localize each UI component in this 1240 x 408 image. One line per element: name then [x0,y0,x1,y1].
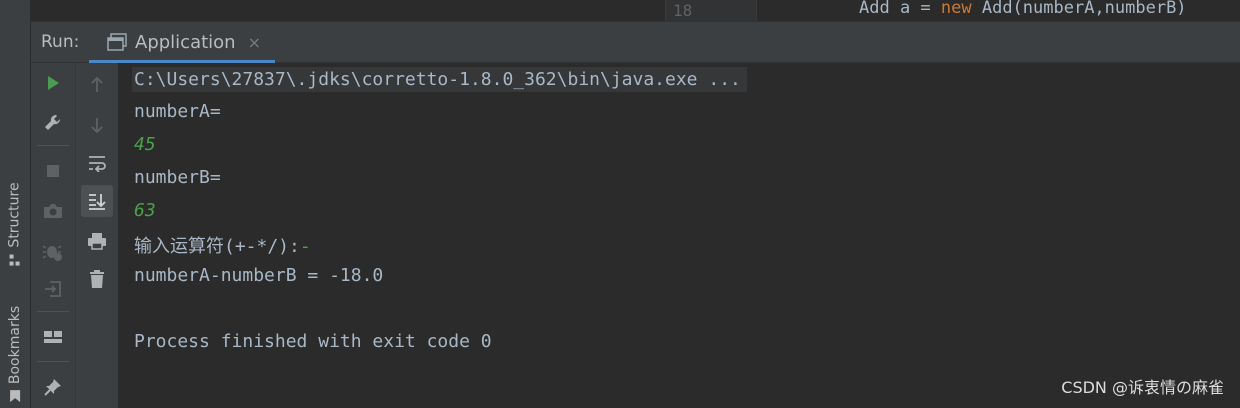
toolbar-separator [37,145,69,146]
operator-prompt-line: 输入运算符(+-*/):- [134,232,311,258]
toolbar-separator [37,311,69,312]
debug-button[interactable] [37,235,69,267]
close-icon[interactable]: × [248,33,261,52]
code-pre: Add a = [859,0,941,18]
tab-application[interactable]: Application × [89,22,275,62]
user-input-line: 63 [134,200,156,221]
code-post: Add(numberA,numberB) [971,0,1187,18]
exit-button[interactable] [37,273,69,305]
watermark: CSDN @诉衷情の麻雀 [1061,378,1224,397]
result-line: numberA-numberB = -18.0 [134,265,384,286]
user-input-operator: - [299,236,311,257]
layout-button[interactable] [37,321,69,353]
process-finished-line: Process finished with exit code 0 [134,331,492,352]
structure-icon [10,254,21,266]
prompt-text: 输入运算符 [134,236,224,257]
structure-tool-tab[interactable]: Structure [0,170,30,280]
prompt-symbols: (+-*/): [224,236,300,257]
stop-icon [47,165,59,177]
soft-wrap-icon [89,156,106,172]
run-label: Run: [41,32,80,52]
run-panel-header: Run: Application × [31,22,1240,63]
previous-occurrence-button[interactable] [81,69,113,101]
pin-tab-button[interactable] [37,371,69,403]
exit-icon [45,281,61,297]
settings-button[interactable] [37,107,69,139]
next-occurrence-button[interactable] [81,109,113,141]
print-button[interactable] [81,225,113,257]
rerun-button[interactable] [37,67,69,99]
arrow-down-icon [91,118,103,134]
line-number: 18 [673,1,693,20]
run-toolbar-secondary [75,63,119,408]
layout-icon [44,331,62,343]
pin-icon [44,379,61,396]
bookmark-icon [10,390,20,403]
run-toolbar-primary [31,63,75,408]
scroll-to-end-button[interactable] [81,185,113,217]
code-line: Add a = new Add(numberA,numberB) [859,0,1187,18]
stop-button[interactable] [37,155,69,187]
debug-bug-icon [42,245,62,261]
user-input-line: 45 [134,134,156,155]
rerun-icon [48,76,59,90]
tab-application-label: Application [135,31,236,53]
wrench-icon [45,114,61,130]
bookmarks-tab-label: Bookmarks [7,305,23,385]
side-tool-strip: Structure Bookmarks [0,0,31,408]
structure-tab-label: Structure [7,182,24,248]
toolbar-separator [37,361,69,362]
application-window-icon [107,33,127,51]
scroll-to-end-icon [89,194,106,210]
editor-peek: 18 Add a = new Add(numberA,numberB) [31,0,1240,22]
camera-icon [44,204,62,218]
bookmarks-tool-tab[interactable]: Bookmarks [0,300,30,408]
print-icon [88,233,106,250]
output-line: numberB= [134,167,221,188]
dump-threads-button[interactable] [37,195,69,227]
console-output[interactable]: C:\Users\27837\.jdks\corretto-1.8.0_362\… [118,63,1240,408]
soft-wrap-button[interactable] [81,147,113,179]
output-line: numberA= [134,101,221,122]
trash-icon [90,270,104,288]
code-keyword: new [940,0,972,18]
arrow-up-icon [91,76,103,92]
command-line: C:\Users\27837\.jdks\corretto-1.8.0_362\… [132,67,747,92]
clear-all-button[interactable] [81,263,113,295]
